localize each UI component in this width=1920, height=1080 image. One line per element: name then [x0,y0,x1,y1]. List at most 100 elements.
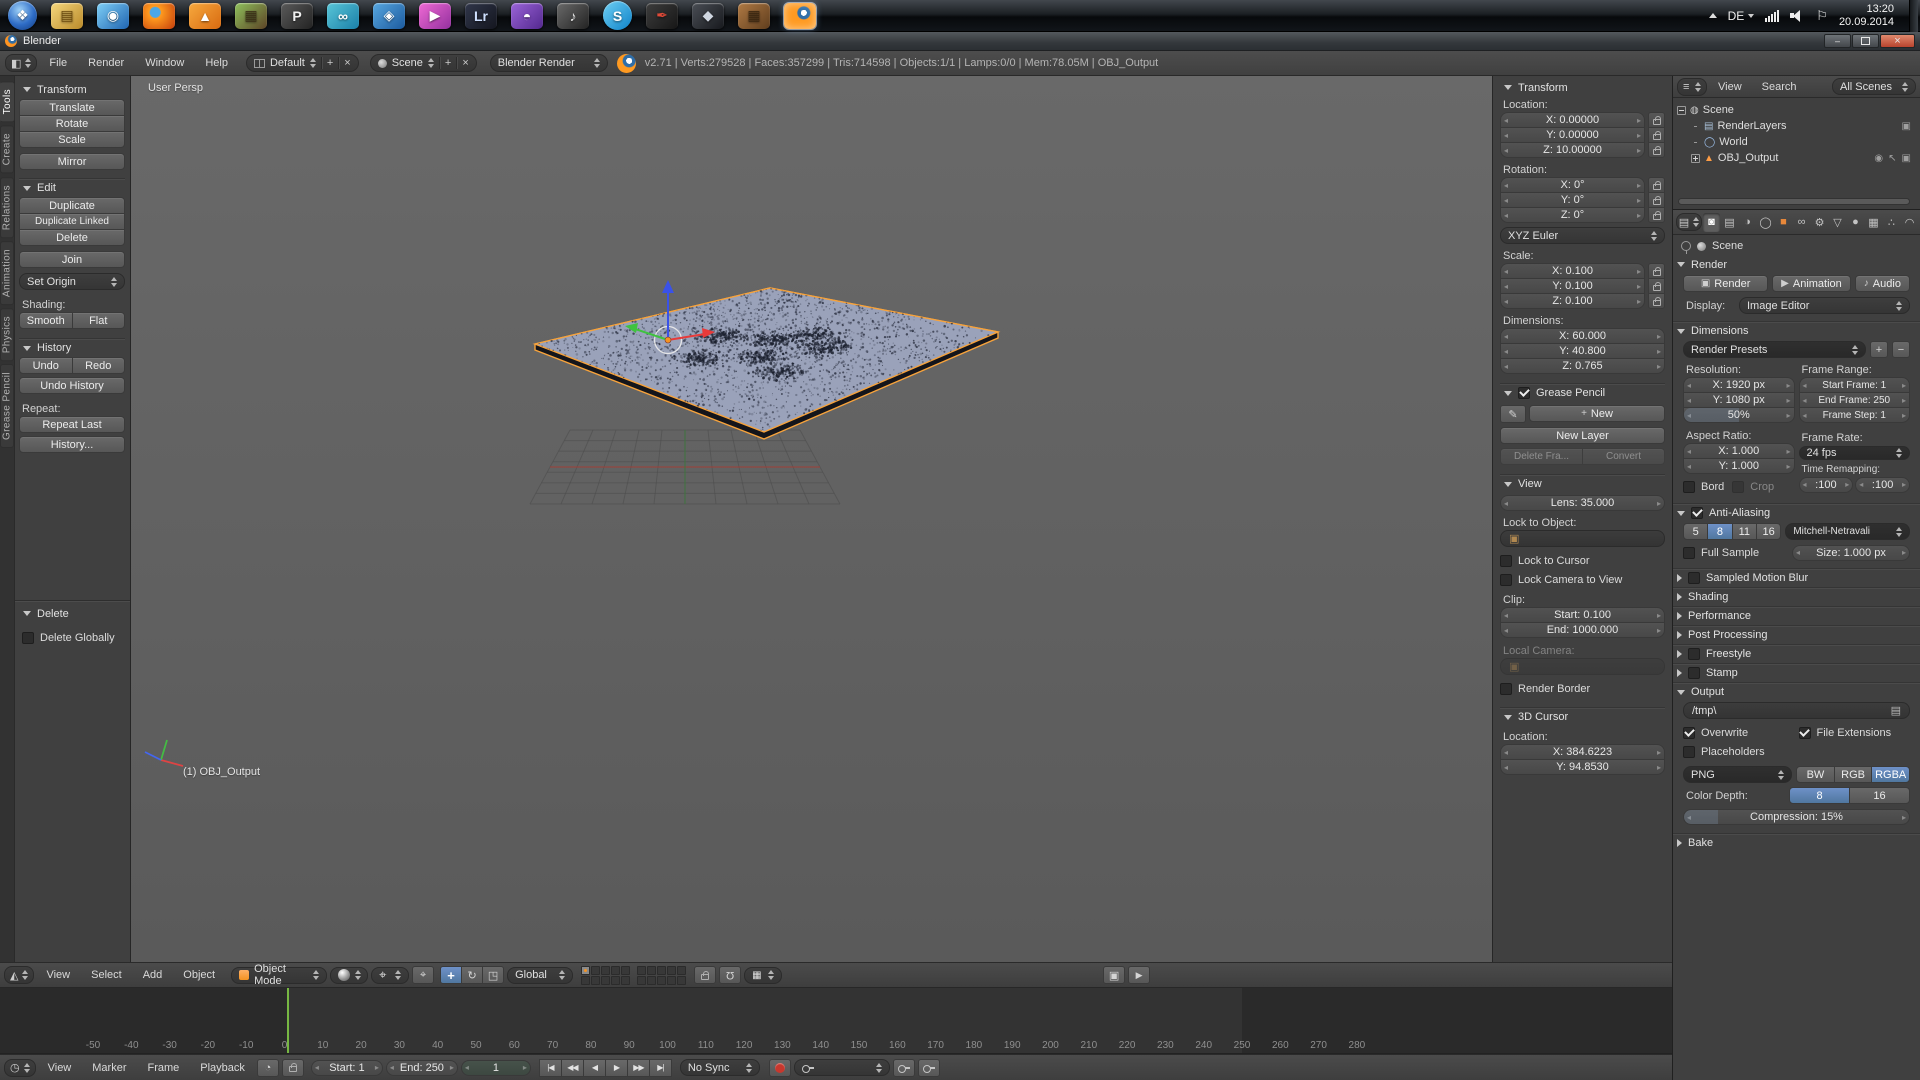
layer-cell-16[interactable] [637,976,646,985]
toolshelf-tab-tools[interactable]: Tools [0,81,15,122]
play-reverse-button[interactable]: ◀ [583,1059,606,1077]
shade-smooth-button[interactable]: Smooth [19,312,73,329]
timeline-menu-view[interactable]: View [39,1055,81,1080]
render-audio-button[interactable]: ♪Audio [1855,275,1910,292]
panel-transform-header[interactable]: Transform [19,80,125,99]
layer-cell-13[interactable] [657,966,666,975]
panel-checkbox[interactable] [1688,648,1700,660]
menu-object[interactable]: Object [174,963,224,987]
taskbar-media-player[interactable]: ◉ [97,3,129,29]
end-frame-prop-field[interactable]: End Frame: 250 [1799,392,1911,408]
layer-cell-15[interactable] [677,966,686,975]
current-frame-field[interactable]: 1 [461,1060,531,1076]
color-depth-8[interactable]: 8 [1789,787,1850,804]
menu-view[interactable]: View [37,963,79,987]
taskbar-minecraft[interactable]: ▦ [235,3,267,29]
aa-samples-8[interactable]: 8 [1707,523,1732,540]
undo-history-button[interactable]: Undo History [19,377,125,394]
location-x-field[interactable]: X: 0.00000 [1500,112,1645,128]
outliner-menu-search[interactable]: Search [1753,76,1806,97]
menu-add[interactable]: Add [134,963,172,987]
taskbar-flickr[interactable]: ∞ [327,3,359,29]
lock-rotation-y[interactable] [1648,192,1665,208]
placeholders-checkbox[interactable] [1683,746,1695,758]
menu-file[interactable]: File [40,51,76,75]
preview-range-toggle[interactable]: ◔ [257,1059,279,1077]
taskbar-paint-p[interactable]: P [281,3,313,29]
taskbar-start-button[interactable]: ❖ [8,1,37,30]
viewport-canvas[interactable] [131,76,1492,962]
panel-freestyle-header[interactable]: Freestyle [1673,644,1920,663]
new-layer-button[interactable]: New Layer [1500,427,1665,444]
clip-start-field[interactable]: Start: 0.100 [1500,607,1665,623]
lock-to-object-field[interactable]: ▣ [1500,530,1665,547]
taskbar-audio-app[interactable]: ♪ [557,3,589,29]
taskbar-blender[interactable] [784,3,816,29]
show-desktop-button[interactable] [1909,0,1918,32]
layer-cell-8[interactable] [601,976,610,985]
outliner-item-world[interactable]: ◯World [1677,134,1918,150]
npanel-view-header[interactable]: View [1500,474,1665,493]
render-animation-button[interactable]: ▶Animation [1772,275,1851,292]
panel-history-header[interactable]: History [19,338,125,357]
outliner-item-renderlayers[interactable]: ▤RenderLayers▣ [1677,118,1918,134]
timeline-menu-playback[interactable]: Playback [191,1055,254,1080]
opengl-render-button[interactable] [1103,966,1125,984]
lens-field[interactable]: Lens: 35.000 [1500,495,1665,511]
menu-help[interactable]: Help [196,51,237,75]
cursor-x-field[interactable]: X: 384.6223 [1500,744,1665,760]
start-frame-field[interactable]: Start: 1 [311,1060,383,1076]
editor-type-3dview-button[interactable]: ◭ [4,966,34,984]
properties-tab-particles[interactable]: ∴ [1883,213,1900,232]
outliner-item-scene[interactable]: ◍Scene [1677,102,1918,118]
panel-post-processing-header[interactable]: Post Processing [1673,625,1920,644]
join-button[interactable]: Join [19,251,125,268]
resolution-y-field[interactable]: Y: 1080 px [1683,392,1795,408]
compression-slider[interactable]: Compression: 15% [1683,809,1910,825]
timeline-menu-marker[interactable]: Marker [83,1055,135,1080]
panel-output-header[interactable]: Output [1673,682,1920,701]
frame-rate-dropdown[interactable]: 24 fps [1799,446,1911,460]
renderability-toggle[interactable]: ▣ [1902,153,1911,164]
file-extensions-checkbox[interactable] [1799,727,1811,739]
toolshelf-tab-relations[interactable]: Relations [0,177,14,238]
color-mode-rgba[interactable]: RGBA [1871,766,1910,783]
panel-sampled-motion-blur-header[interactable]: Sampled Motion Blur [1673,568,1920,587]
translate-button[interactable]: Translate [19,99,125,116]
viewport-3d[interactable]: User Persp (1) OBJ_Output [131,76,1492,962]
file-browse-icon[interactable]: ▤ [1891,704,1901,717]
toolshelf-tab-grease-pencil[interactable]: Grease Pencil [0,364,14,448]
location-z-field[interactable]: Z: 10.00000 [1500,142,1645,158]
frame-step-field[interactable]: Frame Step: 1 [1799,407,1911,423]
delete-button[interactable]: Delete [19,229,125,246]
add-layout-button[interactable] [327,57,333,69]
color-depth-16[interactable]: 16 [1849,787,1910,804]
layer-cell-1[interactable] [581,966,590,975]
set-origin-dropdown[interactable]: Set Origin [19,273,125,290]
panel-dimensions-header[interactable]: Dimensions [1673,321,1920,340]
panel-checkbox[interactable] [1688,572,1700,584]
remove-preset-button[interactable]: − [1892,341,1910,358]
lock-location-y[interactable] [1648,127,1665,143]
properties-tab-constraints[interactable]: ∞ [1793,213,1810,232]
lock-location-z[interactable] [1648,142,1665,158]
delete-keyframe-button[interactable] [918,1059,940,1077]
taskbar-feather-app[interactable]: ✒ [646,3,678,29]
panel-antialiasing-header[interactable]: Anti-Aliasing [1673,503,1920,522]
snap-element-dropdown[interactable] [744,967,782,984]
aa-samples-5[interactable]: 5 [1683,523,1708,540]
redo-button[interactable]: Redo [72,357,126,374]
minimize-button[interactable] [1824,34,1851,48]
end-frame-field[interactable]: End: 250 [386,1060,458,1076]
scale-z-field[interactable]: Z: 0.100 [1500,293,1645,309]
layer-cell-17[interactable] [647,976,656,985]
toolshelf-tab-animation[interactable]: Animation [0,241,14,305]
orientation-dropdown[interactable]: Global [507,967,573,984]
duplicate-button[interactable]: Duplicate [19,197,125,214]
color-mode-bw[interactable]: BW [1796,766,1835,783]
add-scene-button[interactable] [445,57,451,69]
mode-dropdown[interactable]: Object Mode [231,967,327,984]
jump-to-start-button[interactable]: |◀ [539,1059,562,1077]
lock-rotation-z[interactable] [1648,207,1665,223]
cursor-y-field[interactable]: Y: 94.8530 [1500,759,1665,775]
